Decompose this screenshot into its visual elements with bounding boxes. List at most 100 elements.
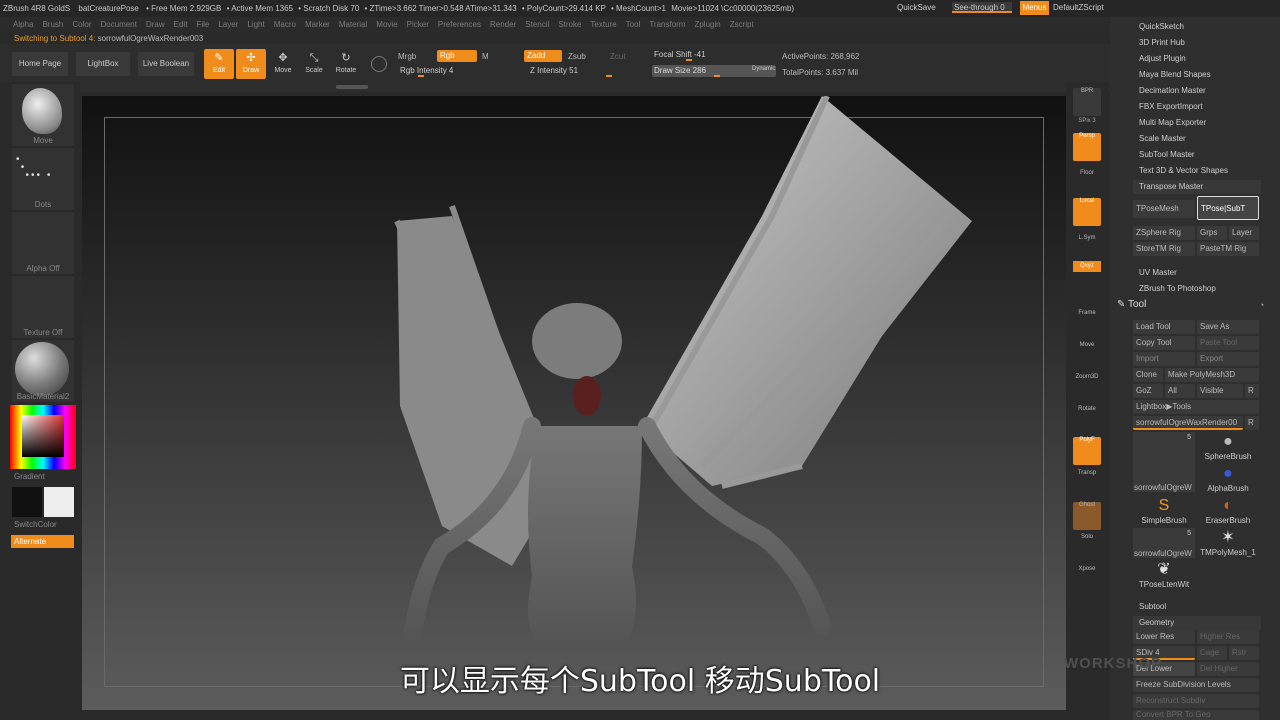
rgb-button[interactable]: Rgb bbox=[437, 50, 477, 62]
menu-render[interactable]: Render bbox=[490, 20, 516, 29]
menu-zscript[interactable]: Zscript bbox=[730, 20, 754, 29]
tool-thumb-current[interactable]: 5 sorrowfulOgreW bbox=[1133, 432, 1195, 492]
layer-button[interactable]: Layer bbox=[1229, 226, 1259, 240]
menus-button[interactable]: Menus bbox=[1020, 1, 1049, 15]
tool-thumb-alphabrush[interactable]: ● AlphaBrush bbox=[1197, 464, 1259, 494]
persp-button[interactable]: Persp bbox=[1073, 133, 1101, 161]
import-button[interactable]: Import bbox=[1133, 352, 1195, 366]
paste-tool-button[interactable]: Paste Tool bbox=[1197, 336, 1259, 350]
uv-master-item[interactable]: UV Master bbox=[1139, 268, 1177, 277]
zbrush-to-photoshop-item[interactable]: ZBrush To Photoshop bbox=[1139, 284, 1216, 293]
tool-palette-title[interactable]: ✎ Tool bbox=[1117, 299, 1146, 310]
scale-button[interactable]: ⤡ Scale bbox=[299, 49, 329, 79]
lightbox-tools-button[interactable]: Lightbox▶Tools bbox=[1133, 400, 1259, 414]
floor-button[interactable]: Floor bbox=[1073, 170, 1101, 198]
grps-button[interactable]: Grps bbox=[1197, 226, 1227, 240]
palette-dock-icon[interactable]: ◔ bbox=[1259, 300, 1264, 310]
menu-marker[interactable]: Marker bbox=[305, 20, 330, 29]
home-page-button[interactable]: Home Page bbox=[12, 52, 68, 76]
make-polymesh-button[interactable]: Make PolyMesh3D bbox=[1165, 368, 1259, 382]
zcut-button[interactable]: Zcut bbox=[610, 52, 626, 61]
switch-color-button[interactable]: SwitchColor bbox=[14, 520, 76, 529]
load-tool-button[interactable]: Load Tool bbox=[1133, 320, 1195, 334]
zplugin-item[interactable]: Scale Master bbox=[1139, 134, 1186, 143]
save-as-button[interactable]: Save As bbox=[1197, 320, 1259, 334]
goz-button[interactable]: GoZ bbox=[1133, 384, 1163, 398]
menu-material[interactable]: Material bbox=[339, 20, 367, 29]
menu-color[interactable]: Color bbox=[72, 20, 91, 29]
move-view-button[interactable]: Move bbox=[1073, 342, 1101, 370]
spix-slider[interactable]: SPix 3 bbox=[1066, 118, 1108, 124]
menu-light[interactable]: Light bbox=[247, 20, 264, 29]
edit-button[interactable]: ✎ Edit bbox=[204, 49, 234, 79]
menu-edit[interactable]: Edit bbox=[174, 20, 188, 29]
zsub-button[interactable]: Zsub bbox=[568, 52, 586, 61]
bat-creature-model[interactable] bbox=[82, 96, 1066, 710]
menu-document[interactable]: Document bbox=[101, 20, 137, 29]
tool-thumb-spherebrush[interactable]: ● SphereBrush bbox=[1197, 432, 1259, 462]
primary-color-swatch[interactable] bbox=[12, 487, 42, 517]
focal-shift-slider[interactable]: Focal Shift -41 bbox=[652, 49, 776, 61]
zadd-button[interactable]: Zadd bbox=[524, 50, 562, 62]
zplugin-item[interactable]: Text 3D & Vector Shapes bbox=[1139, 166, 1228, 175]
menu-layer[interactable]: Layer bbox=[218, 20, 238, 29]
bpr-button[interactable]: BPR bbox=[1073, 88, 1101, 116]
mrgb-button[interactable]: Mrgb bbox=[398, 52, 416, 61]
lsym-button[interactable]: L.Sym bbox=[1073, 235, 1101, 263]
menu-texture[interactable]: Texture bbox=[590, 20, 616, 29]
goz-r-button[interactable]: R bbox=[1245, 384, 1259, 398]
store-tm-rig-button[interactable]: StoreTM Rig bbox=[1133, 242, 1195, 256]
solo-button[interactable]: Solo bbox=[1073, 534, 1101, 562]
quicksave-button[interactable]: QuickSave bbox=[897, 3, 936, 12]
live-boolean-button[interactable]: Live Boolean bbox=[138, 52, 194, 76]
transpose-master-header[interactable]: Transpose Master bbox=[1133, 180, 1261, 194]
secondary-color-swatch[interactable] bbox=[44, 487, 74, 517]
default-zscript-button[interactable]: DefaultZScript bbox=[1053, 3, 1104, 12]
lower-res-button[interactable]: Lower Res bbox=[1133, 630, 1195, 644]
higher-res-button[interactable]: Higher Res bbox=[1197, 630, 1259, 644]
paste-tm-rig-button[interactable]: PasteTM Rig bbox=[1197, 242, 1259, 256]
menu-draw[interactable]: Draw bbox=[146, 20, 165, 29]
xyz-button[interactable]: Qxyz bbox=[1073, 261, 1101, 272]
current-tool-slider[interactable]: sorrowfulOgreWaxRender00 bbox=[1133, 416, 1243, 430]
draw-button[interactable]: ✣ Draw bbox=[236, 49, 266, 79]
menu-stroke[interactable]: Stroke bbox=[558, 20, 581, 29]
zplugin-item[interactable]: Adjust Plugin bbox=[1139, 54, 1186, 63]
color-picker[interactable] bbox=[10, 405, 76, 469]
tool-thumb-tpose[interactable]: ❦ TPoseLtenWit bbox=[1133, 560, 1195, 590]
tool-thumb-tmpolymesh[interactable]: ✶ TMPolyMesh_1 bbox=[1197, 528, 1259, 558]
convert-bpr-button[interactable]: Convert BPR To Geo bbox=[1133, 710, 1259, 720]
z-intensity-slider[interactable]: Z Intensity 51 bbox=[528, 65, 638, 77]
transp-button[interactable]: Transp bbox=[1073, 470, 1101, 498]
menu-movie[interactable]: Movie bbox=[376, 20, 397, 29]
subtool-section[interactable]: Subtool bbox=[1139, 602, 1166, 611]
zplugin-item[interactable]: Maya Blend Shapes bbox=[1139, 70, 1211, 79]
move-button[interactable]: ✥ Move bbox=[268, 49, 298, 79]
color-square[interactable] bbox=[22, 415, 64, 457]
local-button[interactable]: Local bbox=[1073, 198, 1101, 226]
goz-visible-button[interactable]: Visible bbox=[1197, 384, 1243, 398]
menu-alpha[interactable]: Alpha bbox=[13, 20, 33, 29]
dynamic-button[interactable]: Dynamic bbox=[752, 66, 775, 72]
goz-all-button[interactable]: All bbox=[1165, 384, 1195, 398]
rotate-button[interactable]: ↻ Rotate bbox=[331, 49, 361, 79]
zplugin-item[interactable]: SubTool Master bbox=[1139, 150, 1195, 159]
lightbox-button[interactable]: LightBox bbox=[76, 52, 130, 76]
shelf-scroll-handle[interactable] bbox=[336, 85, 368, 89]
menu-stencil[interactable]: Stencil bbox=[525, 20, 549, 29]
zplugin-item[interactable]: Decimation Master bbox=[1139, 86, 1206, 95]
sphere-icon[interactable] bbox=[371, 56, 387, 72]
xpose-button[interactable]: Xpose bbox=[1073, 566, 1101, 594]
ghost-button[interactable]: Ghost bbox=[1073, 502, 1101, 530]
tool-thumb-ogre[interactable]: 5 sorrowfulOgreW bbox=[1133, 528, 1195, 558]
zsphere-rig-button[interactable]: ZSphere Rig bbox=[1133, 226, 1195, 240]
export-button[interactable]: Export bbox=[1197, 352, 1259, 366]
tposemesh-button[interactable]: TPoseMesh bbox=[1133, 200, 1195, 218]
zplugin-item[interactable]: FBX ExportImport bbox=[1139, 102, 1203, 111]
see-through-slider[interactable]: See-through 0 bbox=[952, 2, 1012, 13]
polyf-button[interactable]: PolyF bbox=[1073, 437, 1101, 465]
zplugin-item[interactable]: QuickSketch bbox=[1139, 22, 1184, 31]
tool-thumb-eraserbrush[interactable]: ◐ EraserBrush bbox=[1197, 496, 1259, 526]
tool-thumb-simplebrush[interactable]: S SimpleBrush bbox=[1133, 496, 1195, 526]
zplugin-item[interactable]: Multi Map Exporter bbox=[1139, 118, 1206, 127]
